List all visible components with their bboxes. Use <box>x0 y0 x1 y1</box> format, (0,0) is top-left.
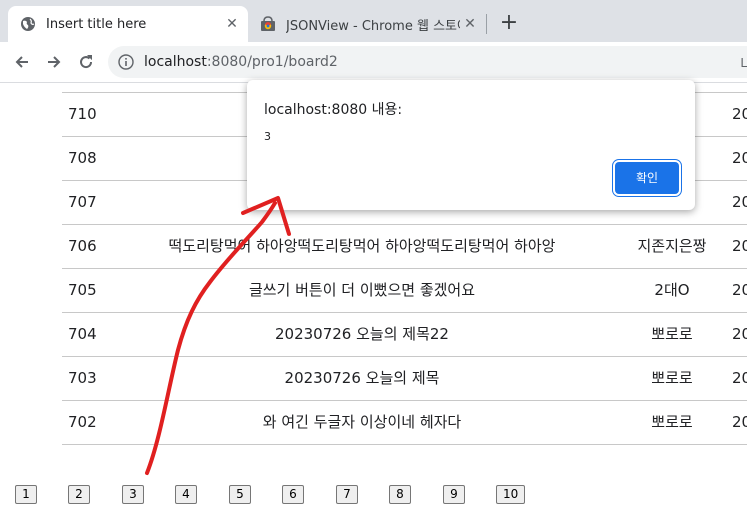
browser-tab-strip: Insert title here ✕ JSONView - Chrome 웹 … <box>0 0 747 42</box>
alert-dialog: localhost:8080 내용: 3 확인 <box>247 80 695 210</box>
address-bar[interactable]: localhost:8080/pro1/board2 <box>108 46 747 78</box>
row-title-link[interactable]: 떡도리탕먹어 하아앙떡도리탕먹어 하아앙떡도리탕먹어 하아앙 <box>122 225 602 268</box>
table-row: 704 20230726 오늘의 제목22 뽀로로 20 <box>62 313 747 357</box>
row-number: 703 <box>68 369 97 387</box>
row-title-link[interactable]: 20230726 오늘의 제목22 <box>122 313 602 356</box>
table-row: 702 와 여긴 두글자 이상이네 헤자다 뽀로로 20 <box>62 401 747 445</box>
page-button-8[interactable]: 8 <box>389 485 411 504</box>
row-number: 710 <box>68 105 97 123</box>
page-button-7[interactable]: 7 <box>336 485 358 504</box>
tab-title: JSONView - Chrome 웹 스토어 <box>286 18 460 34</box>
row-date: 20 <box>732 105 747 123</box>
row-number: 704 <box>68 325 97 343</box>
page-button-5[interactable]: 5 <box>229 485 251 504</box>
row-date: 20 <box>732 193 747 211</box>
chrome-webstore-icon <box>261 16 275 31</box>
dialog-message: 3 <box>264 130 271 143</box>
row-writer: 지존지은짱 <box>637 237 707 255</box>
tab-separator <box>486 14 487 34</box>
page-button-4[interactable]: 4 <box>175 485 197 504</box>
row-number: 708 <box>68 149 97 167</box>
tab-jsonview[interactable]: JSONView - Chrome 웹 스토어 ✕ <box>250 6 486 42</box>
tab-insert-title[interactable]: Insert title here ✕ <box>8 6 248 42</box>
row-number: 706 <box>68 237 97 255</box>
row-number: 702 <box>68 413 97 431</box>
row-writer: 2대O <box>654 281 690 299</box>
reload-icon <box>80 55 93 69</box>
row-number: 705 <box>68 281 97 299</box>
row-writer: 뽀로로 <box>651 413 693 431</box>
row-writer: 뽀로로 <box>651 325 693 343</box>
browser-toolbar: localhost:8080/pro1/board2 L <box>0 42 747 83</box>
tab-title: Insert title here <box>46 16 147 32</box>
row-date: 20 <box>732 149 747 167</box>
ok-button[interactable]: 확인 <box>615 162 679 194</box>
url-host: localhost <box>144 54 207 70</box>
new-tab-button[interactable]: + <box>498 10 520 36</box>
table-row: 703 20230726 오늘의 제목 뽀로로 20 <box>62 357 747 401</box>
page-button-9[interactable]: 9 <box>443 485 465 504</box>
dialog-title: localhost:8080 내용: <box>264 102 403 118</box>
toolbar-edge-text: L <box>740 56 747 70</box>
page-button-3[interactable]: 3 <box>122 485 144 504</box>
info-icon[interactable] <box>118 54 134 70</box>
close-tab-icon[interactable]: ✕ <box>222 16 242 32</box>
close-tab-icon[interactable]: ✕ <box>460 16 480 32</box>
reload-button[interactable] <box>74 50 98 74</box>
row-date: 20 <box>732 413 747 431</box>
back-button[interactable] <box>10 50 34 74</box>
row-title-link[interactable]: 20230726 오늘의 제목 <box>122 357 602 400</box>
row-date: 20 <box>732 325 747 343</box>
page-button-1[interactable]: 1 <box>15 485 37 504</box>
row-title-link[interactable]: 와 여긴 두글자 이상이네 헤자다 <box>122 401 602 444</box>
row-date: 20 <box>732 281 747 299</box>
forward-button[interactable] <box>42 50 66 74</box>
row-title-link[interactable]: 글쓰기 버튼이 더 이뻤으면 좋겠어요 <box>122 269 602 312</box>
table-row: 705 글쓰기 버튼이 더 이뻤으면 좋겠어요 2대O 20 <box>62 269 747 313</box>
row-date: 20 <box>732 237 747 255</box>
globe-icon <box>21 17 35 31</box>
page-button-10[interactable]: 10 <box>496 485 526 504</box>
row-date: 20 <box>732 369 747 387</box>
arrow-left-icon <box>15 56 28 68</box>
page-button-6[interactable]: 6 <box>282 485 304 504</box>
arrow-right-icon <box>48 56 61 68</box>
table-row: 706 떡도리탕먹어 하아앙떡도리탕먹어 하아앙떡도리탕먹어 하아앙 지존지은짱… <box>62 225 747 269</box>
page-button-2[interactable]: 2 <box>68 485 90 504</box>
row-writer: 뽀로로 <box>651 369 693 387</box>
url-path: :8080/pro1/board2 <box>206 54 338 70</box>
row-number: 707 <box>68 193 97 211</box>
